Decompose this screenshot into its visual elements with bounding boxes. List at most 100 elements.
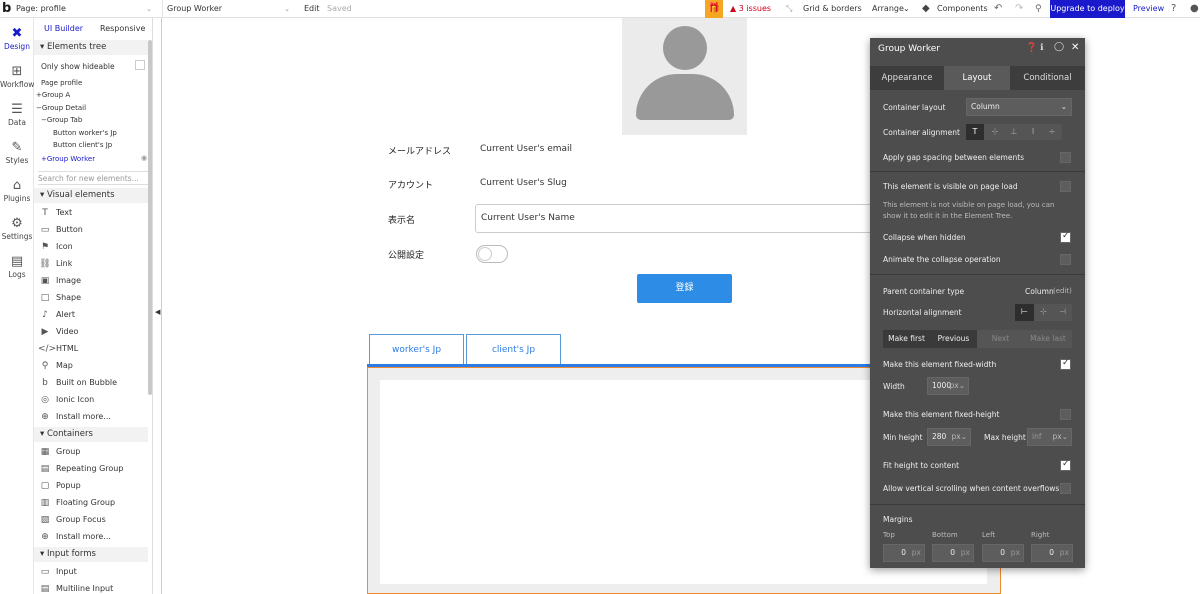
element-popup[interactable]: ▢ Popup (38, 477, 81, 494)
rail-design[interactable]: ✖ Design (0, 26, 34, 51)
element-shape[interactable]: □ Shape (38, 289, 81, 306)
page-selector[interactable]: Page: profile ⌄ (16, 0, 154, 18)
register-button[interactable]: 登録 (637, 274, 732, 303)
tab-layout[interactable]: Layout (944, 66, 1010, 90)
element-input[interactable]: ▭ Input (38, 563, 77, 580)
account-value[interactable]: Current User's Slug (480, 178, 567, 188)
upgrade-deploy-button[interactable]: Upgrade to deploy (1050, 0, 1125, 18)
tab-conditional[interactable]: Conditional (1010, 66, 1085, 90)
element-repeating-group[interactable]: ▤ Repeating Group (38, 460, 124, 477)
tab-ui-builder[interactable]: UI Builder (44, 18, 83, 40)
name-input[interactable]: Current User's Name (475, 204, 875, 233)
account-icon[interactable]: ● (1190, 0, 1199, 18)
margin-right-input[interactable]: 0 px (1031, 544, 1073, 562)
comment-icon[interactable]: ◯ (1054, 42, 1064, 52)
element-alert[interactable]: ♪ Alert (38, 306, 75, 323)
gap-spacing-checkbox[interactable] (1060, 152, 1071, 163)
element-html[interactable]: </>HTML (38, 340, 78, 357)
max-height-input[interactable]: inf px⌄ (1027, 428, 1072, 446)
container-layout-select[interactable]: Column ⌄ (966, 98, 1072, 116)
element-ionic-icon[interactable]: ◎ Ionic Icon (38, 391, 94, 408)
align-stretch-icon[interactable]: I (1024, 124, 1042, 139)
tree-item-group-worker[interactable]: +Group Worker (41, 155, 95, 163)
help-icon[interactable]: ? (1171, 0, 1176, 18)
tab-responsive[interactable]: Responsive (100, 18, 145, 40)
animate-collapse-checkbox[interactable] (1060, 254, 1071, 265)
align-right-icon[interactable]: ⊣ (1053, 304, 1072, 320)
element-selector[interactable]: Group Worker ⌄ (162, 0, 292, 18)
rail-plugins[interactable]: ⌂ Plugins (0, 178, 34, 203)
align-center-icon[interactable]: ⊹ (986, 124, 1004, 139)
tab-worker-jp[interactable]: worker's Jp (369, 334, 464, 364)
make-first-button[interactable]: Make first (883, 330, 930, 348)
collapse-hidden-checkbox[interactable] (1060, 231, 1071, 243)
edit-menu[interactable]: Edit (304, 0, 320, 18)
width-input[interactable]: 1000 px⌄ (927, 377, 969, 395)
visible-on-load-checkbox[interactable] (1060, 181, 1071, 192)
element-video[interactable]: ▶ Video (38, 323, 79, 340)
element-map[interactable]: ⚲ Map (38, 357, 73, 374)
rail-logs[interactable]: ▤ Logs (0, 254, 34, 279)
element-group-focus[interactable]: ▧ Group Focus (38, 511, 106, 528)
previous-button[interactable]: Previous (930, 330, 977, 348)
min-height-input[interactable]: 280 px⌄ (927, 428, 971, 446)
element-icon[interactable]: ⚑ Icon (38, 238, 73, 255)
element-install-more[interactable]: ⊕ Install more... (38, 528, 111, 545)
margin-left-input[interactable]: 0 px (982, 544, 1024, 562)
eye-icon[interactable]: ◉ (141, 154, 147, 162)
align-center-icon[interactable]: ⊹ (1034, 304, 1053, 320)
element-floating-group[interactable]: ▥ Floating Group (38, 494, 115, 511)
make-last-button[interactable]: Make last (1024, 330, 1072, 348)
components-menu[interactable]: Components (937, 0, 988, 18)
arrange-menu[interactable]: Arrange (872, 0, 904, 18)
only-show-hideable-checkbox[interactable] (135, 60, 145, 70)
tree-item-button-worker[interactable]: Button worker's Jp (53, 129, 117, 137)
search-icon[interactable]: ⚲ (1035, 0, 1042, 18)
grid-borders-menu[interactable]: Grid & borders (803, 0, 862, 18)
containers-header[interactable]: ▾ Containers (34, 427, 148, 442)
unit-select[interactable]: px⌄ (1053, 429, 1069, 445)
tree-item-group-detail[interactable]: −Group Detail (36, 104, 86, 112)
panel-scrollbar[interactable] (148, 40, 152, 395)
input-forms-header[interactable]: ▾ Input forms (34, 547, 148, 562)
tree-item-page[interactable]: Page profile (41, 79, 82, 87)
redo-icon[interactable]: ↷ (1015, 0, 1023, 18)
visual-elements-header[interactable]: ▾ Visual elements (34, 188, 148, 203)
email-value[interactable]: Current User's email (480, 144, 572, 154)
tree-item-group-tab[interactable]: −Group Tab (41, 116, 82, 124)
tab-client-jp[interactable]: client's Jp (466, 334, 561, 364)
tree-item-group-a[interactable]: +Group A (36, 91, 70, 99)
tree-item-button-client[interactable]: Button client's Jp (53, 141, 112, 149)
margin-top-input[interactable]: 0 px (883, 544, 925, 562)
fit-height-checkbox[interactable] (1060, 459, 1071, 471)
undo-icon[interactable]: ↶ (994, 0, 1002, 18)
issues-indicator[interactable]: ▲ 3 issues (730, 0, 771, 18)
align-bottom-icon[interactable]: ⊥ (1005, 124, 1023, 139)
collapse-panel-icon[interactable]: ◀ (155, 308, 160, 316)
element-multiline-input[interactable]: ▤ Multiline Input (38, 580, 114, 594)
rail-styles[interactable]: ✎ Styles (0, 140, 34, 165)
element-group[interactable]: ▦ Group (38, 443, 81, 460)
tab-appearance[interactable]: Appearance (870, 66, 944, 90)
fixed-width-checkbox[interactable] (1060, 358, 1071, 370)
rail-workflow[interactable]: ⊞ Workflow (0, 64, 34, 89)
unit-select[interactable]: px⌄ (952, 429, 968, 445)
element-image[interactable]: ▣ Image (38, 272, 81, 289)
align-top-icon[interactable]: T (966, 124, 984, 140)
align-space-icon[interactable]: ÷ (1043, 124, 1061, 139)
close-icon[interactable]: ✕ (1071, 42, 1079, 53)
rail-data[interactable]: ☰ Data (0, 102, 34, 127)
unit-select[interactable]: px⌄ (950, 378, 966, 394)
help-icon[interactable]: ❓ (1026, 43, 1037, 53)
element-button[interactable]: ▭ Button (38, 221, 83, 238)
elements-tree-header[interactable]: ▾ Elements tree (34, 40, 148, 55)
align-left-icon[interactable]: ⊢ (1015, 304, 1034, 321)
public-toggle[interactable] (476, 245, 508, 263)
fixed-height-checkbox[interactable] (1060, 409, 1071, 420)
element-link[interactable]: ⛓ Link (38, 255, 72, 272)
avatar[interactable] (622, 18, 747, 135)
info-icon[interactable]: ℹ (1040, 43, 1043, 53)
rail-settings[interactable]: ⚙ Settings (0, 216, 34, 241)
element-built-on-bubble[interactable]: b Built on Bubble (38, 374, 117, 391)
next-button[interactable]: Next (977, 330, 1024, 348)
